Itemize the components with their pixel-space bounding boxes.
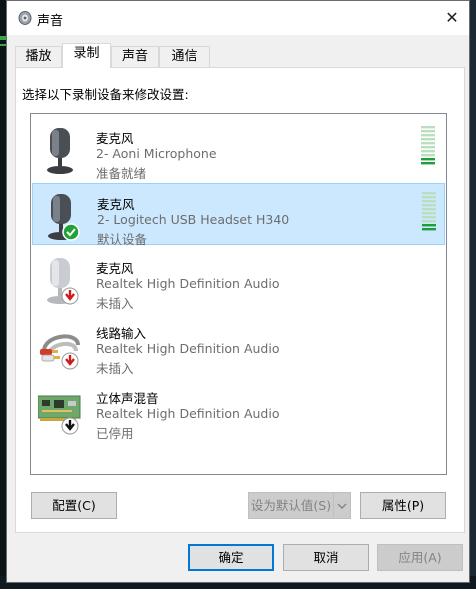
level-meter-segment: [422, 192, 436, 195]
device-item-selected[interactable]: 麦克风 2- Logitech USB Headset H340 默认设备: [32, 183, 445, 247]
sound-card-icon: [38, 395, 81, 435]
level-meter: [422, 192, 436, 231]
device-item[interactable]: 立体声混音 Realtek High Definition Audio 已停用: [32, 378, 445, 441]
close-button[interactable]: ✕: [439, 7, 465, 29]
device-name: 麦克风: [96, 261, 134, 276]
device-description: 2- Aoni Microphone: [96, 146, 217, 161]
speaker-app-icon: [18, 11, 32, 25]
device-description: Realtek High Definition Audio: [96, 406, 280, 421]
disabled-badge: [61, 417, 79, 435]
level-meter-segment: [422, 200, 436, 203]
device-name: 线路输入: [96, 326, 147, 341]
device-name: 麦克风: [97, 197, 135, 212]
level-meter-segment: [421, 142, 435, 145]
close-icon: ✕: [445, 8, 459, 27]
unplugged-badge: [61, 287, 79, 305]
level-meter-segment: [421, 146, 435, 149]
microphone-icon: [48, 194, 80, 241]
chevron-down-icon: [337, 503, 347, 509]
level-meter-segment: [422, 196, 436, 199]
device-description: Realtek High Definition Audio: [96, 341, 280, 356]
title-bar[interactable]: 声音 ✕: [7, 1, 469, 35]
device-list[interactable]: 麦克风 2- Aoni Microphone 准备就绪 麦克风 2- Logit…: [30, 113, 447, 475]
level-meter-segment: [421, 154, 435, 157]
microphone-icon: [47, 128, 73, 174]
rca-cable-icon: [40, 334, 80, 370]
tab-sounds[interactable]: 声音: [111, 46, 159, 67]
level-meter-segment: [421, 126, 435, 129]
level-meter-segment: [421, 138, 435, 141]
set-default-dropdown[interactable]: [333, 492, 351, 519]
configure-button[interactable]: 配置(C): [31, 492, 117, 519]
device-item[interactable]: 麦克风 2- Aoni Microphone 准备就绪: [32, 118, 445, 181]
device-status: 未插入: [96, 361, 134, 376]
tab-playback[interactable]: 播放: [15, 46, 62, 67]
level-meter-segment: [422, 216, 436, 219]
apply-button[interactable]: 应用(A): [377, 544, 463, 571]
tab-recording[interactable]: 录制: [62, 43, 111, 68]
device-item[interactable]: 线路输入 Realtek High Definition Audio 未插入: [32, 313, 445, 376]
unplugged-badge: [61, 352, 79, 370]
microphone-icon: [47, 258, 79, 305]
level-meter-segment: [422, 204, 436, 207]
device-status: 默认设备: [97, 232, 148, 247]
device-description: 2- Logitech USB Headset H340: [97, 212, 290, 227]
cancel-button[interactable]: 取消: [283, 544, 369, 571]
device-description: Realtek High Definition Audio: [96, 276, 280, 291]
device-item[interactable]: 麦克风 Realtek High Definition Audio 未插入: [32, 248, 445, 311]
device-status: 准备就绪: [96, 166, 147, 181]
instruction-text: 选择以下录制设备来修改设置:: [22, 87, 189, 102]
tab-communications[interactable]: 通信: [159, 46, 210, 67]
level-meter-segment: [421, 130, 435, 133]
level-meter-segment: [422, 224, 436, 227]
device-status: 未插入: [96, 296, 134, 311]
level-meter-segment: [422, 212, 436, 215]
level-meter-segment: [421, 134, 435, 137]
default-check-badge: [62, 223, 80, 241]
device-status: 已停用: [96, 426, 134, 441]
set-default-button[interactable]: 设为默认值(S): [248, 492, 334, 519]
level-meter-segment: [422, 220, 436, 223]
level-meter: [421, 126, 435, 165]
device-name: 立体声混音: [96, 391, 159, 406]
level-meter-segment: [421, 162, 435, 165]
device-name: 麦克风: [96, 131, 134, 146]
properties-button[interactable]: 属性(P): [360, 492, 446, 519]
level-meter-segment: [422, 228, 436, 231]
window-title: 声音: [37, 14, 64, 29]
level-meter-segment: [422, 208, 436, 211]
level-meter-segment: [421, 158, 435, 161]
level-meter-segment: [421, 150, 435, 153]
ok-button[interactable]: 确定: [188, 544, 274, 571]
